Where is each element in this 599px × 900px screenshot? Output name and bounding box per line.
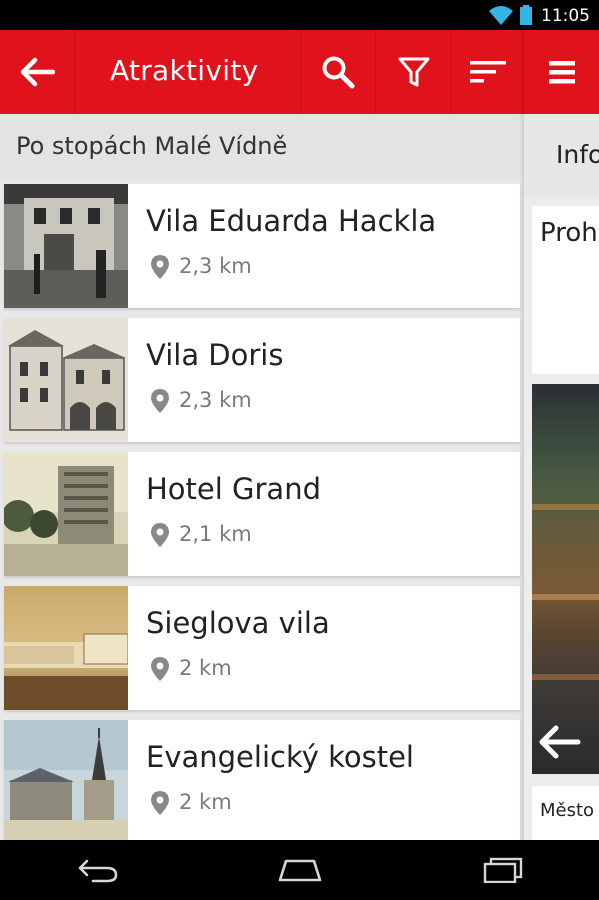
list-item[interactable]: Sieglova vila 2 km bbox=[4, 586, 520, 710]
action-bar: Atraktivity bbox=[0, 30, 524, 114]
back-arrow-icon bbox=[20, 57, 55, 87]
detail-photo[interactable] bbox=[532, 384, 599, 774]
attraction-photo bbox=[4, 318, 128, 442]
menu-button[interactable] bbox=[524, 30, 599, 114]
list-item[interactable]: Vila Eduarda Hackla 2,3 km bbox=[4, 184, 520, 308]
app-content: Atraktivity Po stopách Malé Vídně Vila E… bbox=[0, 30, 599, 840]
right-panel-bar bbox=[524, 30, 599, 114]
nav-recents-icon bbox=[483, 857, 523, 883]
detail-card[interactable]: Proh bbox=[532, 206, 599, 374]
item-distance: 2,3 km bbox=[179, 388, 252, 412]
tab-info-label: Info bbox=[556, 140, 599, 169]
section-title: Po stopách Malé Vídně bbox=[16, 132, 288, 160]
location-pin-icon bbox=[151, 389, 169, 413]
location-pin-icon bbox=[151, 523, 169, 547]
item-title: Vila Doris bbox=[146, 338, 284, 372]
item-distance: 2 km bbox=[179, 656, 232, 680]
filter-button[interactable] bbox=[376, 30, 451, 114]
section-header: Po stopách Malé Vídně bbox=[0, 114, 521, 178]
attraction-photo bbox=[4, 720, 128, 840]
back-button[interactable] bbox=[0, 30, 74, 114]
item-title: Sieglova vila bbox=[146, 606, 330, 640]
list-item[interactable]: Evangelický kostel 2 km bbox=[4, 720, 520, 840]
item-title: Evangelický kostel bbox=[146, 740, 414, 774]
tab-info[interactable]: Info bbox=[524, 114, 599, 198]
location-pin-icon bbox=[151, 255, 169, 279]
nav-home-button[interactable] bbox=[250, 840, 350, 900]
location-pin-icon bbox=[151, 657, 169, 681]
attraction-photo bbox=[4, 184, 128, 308]
back-arrow-icon[interactable] bbox=[536, 722, 582, 762]
nav-back-button[interactable] bbox=[48, 840, 148, 900]
attraction-photo bbox=[4, 452, 128, 576]
page-title: Atraktivity bbox=[110, 54, 259, 87]
item-title: Vila Eduarda Hackla bbox=[146, 204, 437, 238]
search-icon bbox=[322, 56, 355, 89]
item-distance: 2 km bbox=[179, 790, 232, 814]
navigation-bar bbox=[0, 840, 599, 900]
description-card: Město bbox=[532, 786, 599, 840]
nav-back-icon bbox=[78, 859, 118, 883]
location-pin-icon bbox=[151, 791, 169, 815]
filter-icon bbox=[398, 57, 429, 87]
list-item[interactable]: Vila Doris 2,3 km bbox=[4, 318, 520, 442]
item-distance: 2,1 km bbox=[179, 522, 252, 546]
item-distance: 2,3 km bbox=[179, 254, 252, 278]
status-time: 11:05 bbox=[541, 6, 590, 26]
wifi-icon bbox=[489, 6, 513, 25]
nav-recents-button[interactable] bbox=[453, 840, 553, 900]
action-bar-divider bbox=[74, 30, 75, 114]
status-bar: 11:05 bbox=[0, 0, 599, 30]
description-text: Město bbox=[540, 800, 595, 821]
search-button[interactable] bbox=[301, 30, 375, 114]
item-title: Hotel Grand bbox=[146, 472, 321, 506]
sort-button[interactable] bbox=[452, 30, 524, 114]
menu-icon bbox=[548, 61, 575, 84]
battery-icon bbox=[520, 5, 532, 25]
list-item[interactable]: Hotel Grand 2,1 km bbox=[4, 452, 520, 576]
sort-icon bbox=[470, 61, 506, 83]
nav-home-icon bbox=[278, 859, 322, 882]
attraction-photo bbox=[4, 586, 128, 710]
right-panel: Info Proh Město bbox=[524, 114, 599, 840]
detail-card-title: Proh bbox=[540, 218, 598, 248]
